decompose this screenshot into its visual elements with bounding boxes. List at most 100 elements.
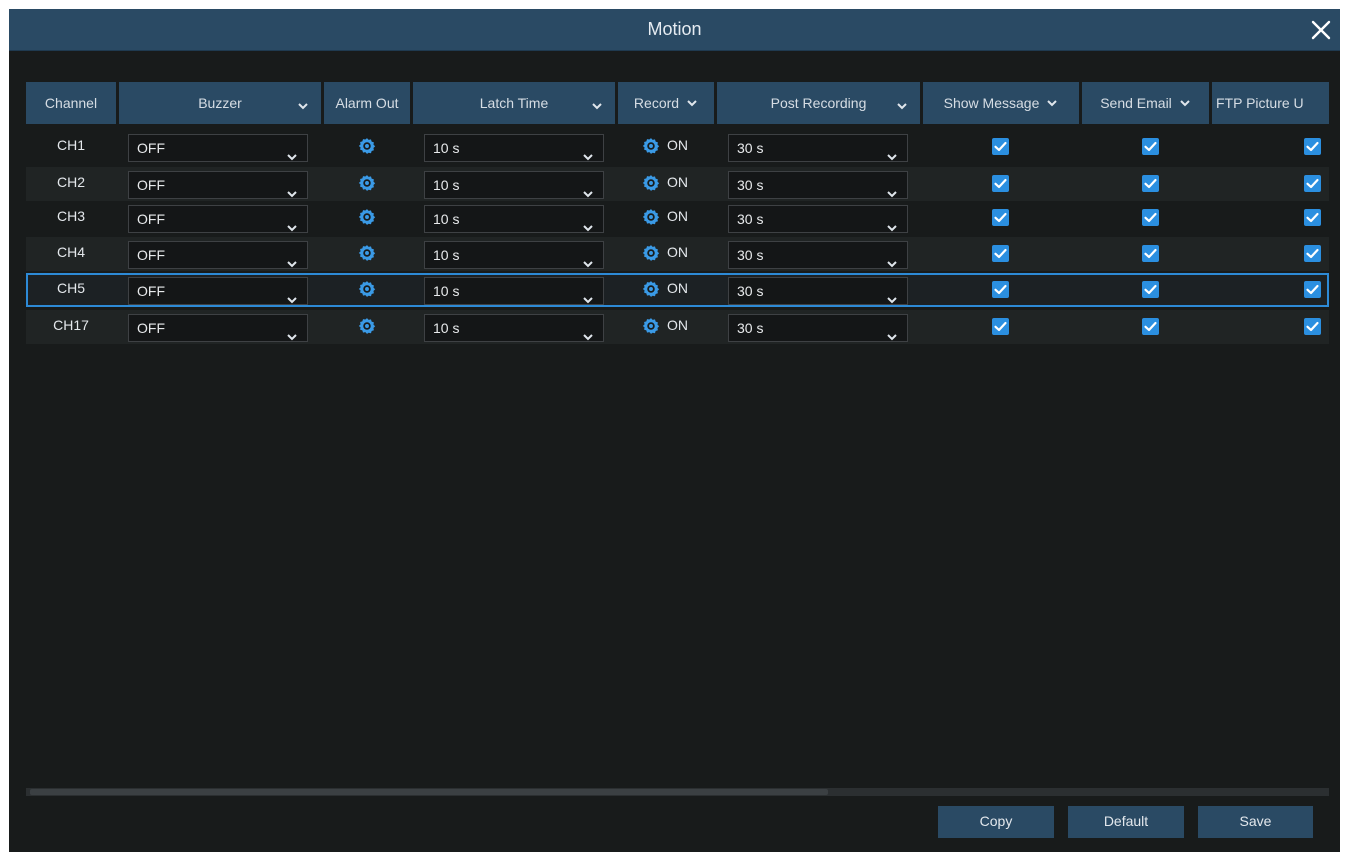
column-header-alarm-out: Alarm Out xyxy=(324,82,410,124)
column-header-buzzer[interactable]: Buzzer xyxy=(119,82,321,124)
column-header-ftp-picture[interactable]: FTP Picture U xyxy=(1212,82,1329,124)
channel-cell: CH1 xyxy=(56,137,85,153)
gear-icon[interactable] xyxy=(358,280,376,298)
record-status: ON xyxy=(667,174,688,190)
send-email-checkbox[interactable] xyxy=(1142,138,1159,155)
latch-time-value: 10 s xyxy=(433,140,460,156)
copy-button[interactable]: Copy xyxy=(938,806,1054,838)
latch-time-select[interactable]: 10 s xyxy=(424,314,604,342)
latch-time-select[interactable]: 10 s xyxy=(424,205,604,233)
column-header-show-message[interactable]: Show Message xyxy=(923,82,1079,124)
record-status: ON xyxy=(667,280,688,296)
buzzer-select[interactable]: OFF xyxy=(128,277,308,305)
chevron-down-icon xyxy=(886,324,898,350)
gear-icon[interactable] xyxy=(642,137,660,155)
record-status: ON xyxy=(667,317,688,333)
gear-icon[interactable] xyxy=(642,280,660,298)
show-message-checkbox[interactable] xyxy=(992,175,1009,192)
gear-icon[interactable] xyxy=(358,208,376,226)
chevron-down-icon xyxy=(686,95,698,111)
ftp-picture-checkbox[interactable] xyxy=(1304,318,1321,335)
latch-time-select[interactable]: 10 s xyxy=(424,134,604,162)
latch-time-select[interactable]: 10 s xyxy=(424,241,604,269)
ftp-picture-checkbox[interactable] xyxy=(1304,138,1321,155)
show-message-checkbox[interactable] xyxy=(992,138,1009,155)
post-recording-select[interactable]: 30 s xyxy=(728,205,908,233)
ftp-picture-checkbox[interactable] xyxy=(1304,281,1321,298)
channel-cell: CH17 xyxy=(53,317,89,333)
ftp-picture-checkbox[interactable] xyxy=(1304,245,1321,262)
channel-cell: CH2 xyxy=(56,174,85,190)
motion-dialog: Motion Channel Buzzer Alarm Out Latch Ti… xyxy=(9,9,1340,852)
buzzer-select[interactable]: OFF xyxy=(128,134,308,162)
chevron-down-icon xyxy=(582,324,594,350)
latch-time-value: 10 s xyxy=(433,320,460,336)
show-message-checkbox[interactable] xyxy=(992,245,1009,262)
column-header-latch-time[interactable]: Latch Time xyxy=(413,82,615,124)
gear-icon[interactable] xyxy=(358,137,376,155)
buzzer-select[interactable]: OFF xyxy=(128,241,308,269)
buzzer-value: OFF xyxy=(137,320,165,336)
gear-icon[interactable] xyxy=(642,174,660,192)
post-recording-value: 30 s xyxy=(737,320,764,336)
horizontal-scrollbar[interactable] xyxy=(26,788,1329,796)
chevron-down-icon xyxy=(591,98,603,114)
chevron-down-icon xyxy=(297,98,309,114)
latch-time-value: 10 s xyxy=(433,211,460,227)
chevron-down-icon xyxy=(1046,95,1058,111)
send-email-checkbox[interactable] xyxy=(1142,281,1159,298)
close-icon[interactable] xyxy=(1306,15,1336,45)
post-recording-select[interactable]: 30 s xyxy=(728,171,908,199)
buzzer-value: OFF xyxy=(137,211,165,227)
table-row[interactable]: CH1 OFF 10 s ON 30 s xyxy=(26,130,1329,164)
column-header-record[interactable]: Record xyxy=(618,82,714,124)
record-status: ON xyxy=(667,208,688,224)
buzzer-value: OFF xyxy=(137,247,165,263)
post-recording-value: 30 s xyxy=(737,283,764,299)
post-recording-select[interactable]: 30 s xyxy=(728,134,908,162)
show-message-checkbox[interactable] xyxy=(992,281,1009,298)
post-recording-select[interactable]: 30 s xyxy=(728,314,908,342)
show-message-checkbox[interactable] xyxy=(992,209,1009,226)
save-button[interactable]: Save xyxy=(1198,806,1313,838)
table-row[interactable]: CH17 OFF 10 s ON 30 s xyxy=(26,310,1329,344)
latch-time-value: 10 s xyxy=(433,177,460,193)
buzzer-select[interactable]: OFF xyxy=(128,205,308,233)
table-row[interactable]: CH5 OFF 10 s ON 30 s xyxy=(26,273,1329,307)
channel-cell: CH5 xyxy=(56,280,85,296)
scrollbar-thumb[interactable] xyxy=(30,789,828,795)
latch-time-value: 10 s xyxy=(433,283,460,299)
gear-icon[interactable] xyxy=(358,174,376,192)
gear-icon[interactable] xyxy=(642,208,660,226)
send-email-checkbox[interactable] xyxy=(1142,175,1159,192)
table-row[interactable]: CH4 OFF 10 s ON 30 s xyxy=(26,237,1329,271)
table-row[interactable]: CH2 OFF 10 s ON 30 s xyxy=(26,167,1329,201)
gear-icon[interactable] xyxy=(642,317,660,335)
gear-icon[interactable] xyxy=(642,244,660,262)
post-recording-value: 30 s xyxy=(737,211,764,227)
column-header-channel: Channel xyxy=(26,82,116,124)
default-button[interactable]: Default xyxy=(1068,806,1184,838)
column-header-send-email[interactable]: Send Email xyxy=(1082,82,1209,124)
ftp-picture-checkbox[interactable] xyxy=(1304,209,1321,226)
column-header-post-recording[interactable]: Post Recording xyxy=(717,82,920,124)
send-email-checkbox[interactable] xyxy=(1142,209,1159,226)
ftp-picture-checkbox[interactable] xyxy=(1304,175,1321,192)
chevron-down-icon xyxy=(286,324,298,350)
show-message-checkbox[interactable] xyxy=(992,318,1009,335)
buzzer-value: OFF xyxy=(137,140,165,156)
buzzer-select[interactable]: OFF xyxy=(128,171,308,199)
send-email-checkbox[interactable] xyxy=(1142,245,1159,262)
latch-time-select[interactable]: 10 s xyxy=(424,277,604,305)
table-row[interactable]: CH3 OFF 10 s ON 30 s xyxy=(26,201,1329,235)
buzzer-select[interactable]: OFF xyxy=(128,314,308,342)
gear-icon[interactable] xyxy=(358,317,376,335)
post-recording-select[interactable]: 30 s xyxy=(728,241,908,269)
post-recording-select[interactable]: 30 s xyxy=(728,277,908,305)
latch-time-select[interactable]: 10 s xyxy=(424,171,604,199)
chevron-down-icon xyxy=(1179,95,1191,111)
gear-icon[interactable] xyxy=(358,244,376,262)
send-email-checkbox[interactable] xyxy=(1142,318,1159,335)
table-header: Channel Buzzer Alarm Out Latch Time Reco… xyxy=(26,82,1329,124)
buzzer-value: OFF xyxy=(137,283,165,299)
